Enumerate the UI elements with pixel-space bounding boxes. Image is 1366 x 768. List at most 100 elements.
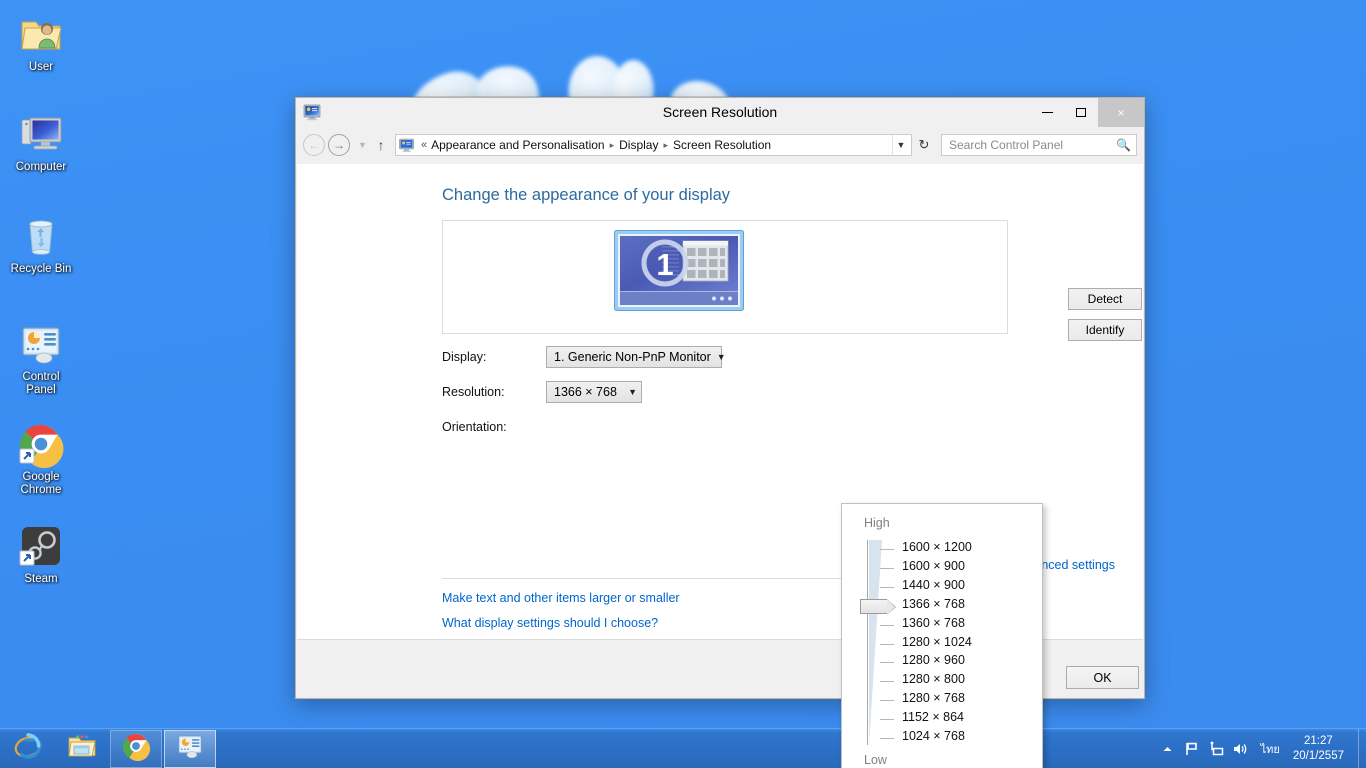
dropdown-high-label: High bbox=[864, 516, 890, 530]
chevron-down-icon: ▼ bbox=[628, 387, 637, 397]
action-center-flag-icon[interactable] bbox=[1180, 729, 1204, 768]
desktop-icon-label: Google Chrome bbox=[20, 471, 62, 496]
breadcrumb-item-screen-resolution[interactable]: Screen Resolution bbox=[673, 138, 771, 152]
breadcrumb[interactable]: « Appearance and Personalisation ▸ Displ… bbox=[417, 138, 892, 152]
resolution-option[interactable]: 1360 × 768 bbox=[902, 616, 965, 630]
google-chrome-icon bbox=[121, 731, 151, 766]
resolution-option-tick bbox=[880, 549, 894, 550]
desktop-icon-label: Steam bbox=[24, 573, 58, 585]
breadcrumb-item-appearance[interactable]: Appearance and Personalisation bbox=[431, 138, 604, 152]
desktop-icon-label: Control Panel bbox=[22, 371, 60, 396]
resolution-option[interactable]: 1366 × 768 bbox=[902, 597, 965, 611]
volume-icon[interactable] bbox=[1228, 729, 1252, 768]
what-display-settings-link[interactable]: What display settings should I choose? bbox=[442, 616, 658, 630]
display-label: Display: bbox=[442, 350, 487, 364]
back-button[interactable]: ← bbox=[303, 134, 325, 156]
chevron-down-icon: ▼ bbox=[716, 352, 726, 362]
control-panel-icon bbox=[175, 731, 205, 766]
monitor-number: 1 bbox=[656, 247, 673, 282]
clock-date: 20/1/2557 bbox=[1292, 750, 1344, 762]
desktop-icon-label: Recycle Bin bbox=[10, 263, 72, 275]
resolution-option-tick bbox=[880, 700, 894, 702]
close-icon: × bbox=[1117, 105, 1125, 120]
resolution-option-tick bbox=[880, 586, 894, 588]
desktop-icon-recycle-bin[interactable]: Recycle Bin bbox=[0, 212, 84, 276]
display-select[interactable]: 1. Generic Non-PnP Monitor ▼ bbox=[546, 346, 726, 368]
detect-button[interactable]: Detect bbox=[1068, 288, 1142, 310]
desktop-icon-computer[interactable]: Computer bbox=[0, 110, 84, 174]
desktop-icon-control-panel[interactable]: Control Panel bbox=[0, 320, 84, 397]
taskbar-button-file-explorer[interactable] bbox=[56, 730, 108, 768]
taskbar-button-control-panel[interactable] bbox=[164, 729, 216, 768]
forward-button[interactable]: → bbox=[328, 134, 350, 156]
desktop-icon-label: Computer bbox=[15, 161, 67, 173]
language-indicator[interactable]: ไทย bbox=[1252, 740, 1289, 758]
minimize-button[interactable] bbox=[1030, 98, 1064, 127]
resolution-option[interactable]: 1280 × 800 bbox=[902, 672, 965, 686]
slider-thumb[interactable] bbox=[860, 598, 896, 615]
show-hidden-icons-button[interactable] bbox=[1156, 729, 1180, 768]
resolution-select[interactable]: 1366 × 768 ▼ bbox=[546, 381, 642, 403]
resolution-option[interactable]: 1440 × 900 bbox=[902, 578, 965, 592]
ok-button[interactable]: OK bbox=[1066, 666, 1139, 689]
window-caption-buttons: × bbox=[1030, 98, 1144, 127]
desktop-icon-user[interactable]: User bbox=[0, 10, 84, 74]
google-chrome-icon bbox=[17, 420, 65, 469]
resolution-option-tick bbox=[880, 719, 894, 721]
resolution-slider[interactable] bbox=[860, 540, 898, 745]
desktop-icon-google-chrome[interactable]: Google Chrome bbox=[0, 420, 84, 497]
refresh-icon[interactable]: ↻ bbox=[913, 134, 935, 156]
desktop[interactable]: User Computer Recycle Bin Control Panel … bbox=[0, 0, 1366, 768]
screen-resolution-window[interactable]: Screen Resolution × ← → ▼ ↑ « Appearance… bbox=[295, 97, 1145, 768]
breadcrumb-item-display[interactable]: Display bbox=[619, 138, 658, 152]
slider-wedge bbox=[869, 540, 882, 745]
identify-button[interactable]: Identify bbox=[1068, 319, 1142, 341]
resolution-label: Resolution: bbox=[442, 385, 505, 399]
breadcrumb-separator[interactable]: ▸ bbox=[610, 140, 615, 151]
monitor-preview-icon[interactable]: 1 bbox=[614, 230, 744, 311]
resolution-option[interactable]: 1600 × 1200 bbox=[902, 540, 972, 554]
slider-rail bbox=[867, 540, 868, 745]
taskbar-button-google-chrome[interactable] bbox=[110, 729, 162, 768]
maximize-button[interactable] bbox=[1064, 98, 1098, 127]
search-icon: 🔍 bbox=[1116, 138, 1131, 152]
resolution-select-value: 1366 × 768 bbox=[554, 385, 617, 399]
resolution-option[interactable]: 1280 × 1024 bbox=[902, 635, 972, 649]
breadcrumb-separator[interactable]: ▸ bbox=[663, 140, 668, 151]
user-folder-icon bbox=[17, 10, 65, 58]
resolution-option[interactable]: 1280 × 768 bbox=[902, 691, 965, 705]
desktop-icon-steam[interactable]: Steam bbox=[0, 522, 84, 586]
search-box[interactable]: 🔍 bbox=[941, 134, 1137, 156]
display-select-value: 1. Generic Non-PnP Monitor bbox=[554, 350, 711, 364]
resolution-dropdown-popup[interactable]: High 1600 × 1200 1600 × 900 1440 × 900 1366… bbox=[841, 503, 1043, 768]
control-panel-icon bbox=[17, 320, 65, 368]
taskbar-button-internet-explorer[interactable] bbox=[2, 730, 54, 768]
address-bar[interactable]: ← → ▼ ↑ « Appearance and Personalisation… bbox=[296, 127, 1144, 163]
clock[interactable]: 21:27 20/1/2557 bbox=[1289, 734, 1358, 764]
resolution-option-tick bbox=[880, 567, 894, 569]
close-button[interactable]: × bbox=[1098, 98, 1144, 127]
chevron-down-icon[interactable]: ▼ bbox=[892, 135, 909, 155]
orientation-label: Orientation: bbox=[442, 420, 507, 434]
window-titlebar[interactable]: Screen Resolution × bbox=[296, 98, 1144, 127]
resolution-option-tick bbox=[880, 738, 894, 739]
resolution-option[interactable]: 1280 × 960 bbox=[902, 653, 965, 667]
resolution-option[interactable]: 1024 × 768 bbox=[902, 729, 965, 743]
recent-pages-dropdown[interactable]: ▼ bbox=[356, 134, 369, 156]
resolution-option-tick bbox=[880, 643, 894, 645]
breadcrumb-bar[interactable]: « Appearance and Personalisation ▸ Displ… bbox=[395, 134, 912, 156]
show-desktop-button[interactable] bbox=[1358, 729, 1366, 768]
resolution-option[interactable]: 1600 × 900 bbox=[902, 559, 965, 573]
resolution-option-tick bbox=[880, 662, 894, 664]
internet-explorer-icon bbox=[13, 731, 43, 766]
make-text-larger-link[interactable]: Make text and other items larger or smal… bbox=[442, 591, 680, 605]
recycle-bin-icon bbox=[17, 212, 65, 260]
search-input[interactable] bbox=[947, 137, 1117, 153]
up-button[interactable]: ↑ bbox=[372, 134, 390, 156]
network-icon[interactable] bbox=[1204, 729, 1228, 768]
system-tray[interactable]: ไทย 21:27 20/1/2557 bbox=[1156, 729, 1366, 768]
breadcrumb-overflow-chevron[interactable]: « bbox=[421, 139, 427, 151]
taskbar[interactable]: ไทย 21:27 20/1/2557 bbox=[0, 728, 1366, 768]
resolution-option[interactable]: 1152 × 864 bbox=[902, 710, 964, 724]
clock-time: 21:27 bbox=[1304, 735, 1333, 747]
